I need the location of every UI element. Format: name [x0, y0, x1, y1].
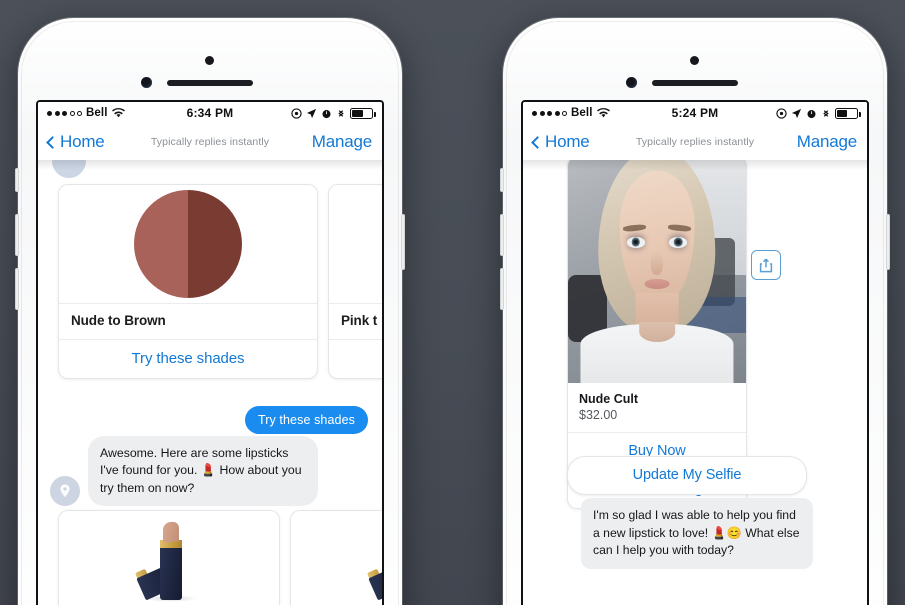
swatch-half-left: [134, 190, 188, 298]
volume-down-button[interactable]: [500, 268, 504, 310]
front-camera-icon: [141, 77, 152, 88]
swatch-half-right: [188, 190, 242, 298]
chat-thread-right[interactable]: Nude Cult $32.00 Buy Now Download Image: [523, 160, 867, 605]
eye-right: [669, 237, 688, 248]
back-to-home-button[interactable]: Home: [531, 132, 590, 152]
back-label: Home: [545, 132, 590, 151]
volume-up-button[interactable]: [15, 214, 19, 256]
selfie-product-name: Nude Cult: [579, 392, 639, 406]
phone-left: Bell 6:34 PM Home Typically replies inst…: [15, 18, 405, 605]
earpiece-speaker: [167, 80, 253, 86]
battery-icon: [835, 107, 861, 119]
proximity-sensor-icon: [690, 56, 699, 65]
chevron-left-icon: [531, 135, 544, 149]
front-camera-icon: [626, 77, 637, 88]
battery-icon: [350, 107, 376, 119]
status-bar-right: Bell 5:24 PM: [523, 102, 867, 124]
product-image: [59, 511, 279, 605]
shade-swatch: [134, 190, 242, 298]
nav-bar-left: Home Typically replies instantly Manage: [38, 124, 382, 160]
lipstick-icon: [367, 520, 382, 604]
incoming-message-row: Awesome. Here are some lipsticks I've fo…: [50, 436, 318, 507]
status-bar-left: Bell 6:34 PM: [38, 102, 382, 124]
silent-switch[interactable]: [15, 168, 19, 192]
selfie-photo: [568, 160, 746, 383]
shade-card-title: Pink t: [329, 303, 382, 339]
shade-carousel[interactable]: Nude to Brown Try these shades Pink t Tr…: [58, 184, 382, 379]
screenshot-stage: Bell 6:34 PM Home Typically replies inst…: [0, 0, 905, 605]
manage-button[interactable]: Manage: [312, 132, 372, 152]
chat-thread-left[interactable]: Nude to Brown Try these shades Pink t Tr…: [38, 160, 382, 605]
avatar: [52, 160, 86, 178]
bot-avatar: [50, 476, 80, 507]
back-to-home-button[interactable]: Home: [46, 132, 105, 152]
volume-up-button[interactable]: [500, 214, 504, 256]
product-card[interactable]: Intens $32.00: [290, 510, 382, 605]
lipstick-icon: [135, 520, 200, 604]
outgoing-message-row: Try these shades: [38, 406, 368, 434]
product-card[interactable]: Insatiable Ivory $32.00: [58, 510, 280, 605]
shade-card-title: Nude to Brown: [59, 303, 317, 339]
shade-swatch-wrap: [59, 185, 317, 303]
power-button[interactable]: [401, 214, 405, 270]
eye-left: [626, 237, 645, 248]
share-glyph-icon: [759, 258, 773, 272]
incoming-message-bubble: Awesome. Here are some lipsticks I've fo…: [88, 436, 318, 507]
selfie-product-price: $32.00: [579, 408, 618, 422]
try-these-shades-button[interactable]: Try these shades: [59, 339, 317, 378]
phone-right-screen: Bell 5:24 PM Home Typically replies inst…: [521, 100, 869, 605]
update-selfie-card[interactable]: Update My Selfie: [567, 456, 807, 495]
proximity-sensor-icon: [205, 56, 214, 65]
incoming-message-row: I'm so glad I was able to help you find …: [581, 498, 813, 570]
nose: [650, 251, 664, 275]
manage-button[interactable]: Manage: [797, 132, 857, 152]
shade-card[interactable]: Nude to Brown Try these shades: [58, 184, 318, 379]
share-icon[interactable]: [751, 250, 781, 280]
location-pin-icon: [60, 484, 70, 498]
earpiece-speaker: [652, 80, 738, 86]
volume-down-button[interactable]: [15, 268, 19, 310]
silent-switch[interactable]: [500, 168, 504, 192]
lips: [644, 279, 670, 289]
status-time: 5:24 PM: [671, 106, 719, 120]
back-label: Home: [60, 132, 105, 151]
nav-bar-right: Home Typically replies instantly Manage: [523, 124, 867, 160]
product-image: [291, 511, 382, 605]
update-my-selfie-button[interactable]: Update My Selfie: [568, 457, 806, 494]
collar: [639, 322, 675, 343]
product-carousel[interactable]: Insatiable Ivory $32.00: [58, 510, 382, 605]
chevron-left-icon: [46, 135, 59, 149]
phone-right: Bell 5:24 PM Home Typically replies inst…: [500, 18, 890, 605]
shade-swatch-wrap: [329, 185, 382, 303]
power-button[interactable]: [886, 214, 890, 270]
status-time: 6:34 PM: [186, 106, 234, 120]
outgoing-message-bubble: Try these shades: [244, 406, 368, 434]
phone-left-screen: Bell 6:34 PM Home Typically replies inst…: [36, 100, 384, 605]
incoming-message-bubble: I'm so glad I was able to help you find …: [581, 498, 813, 570]
try-these-shades-button[interactable]: Try these shades: [329, 339, 382, 378]
shade-card[interactable]: Pink t Try these shades: [328, 184, 382, 379]
